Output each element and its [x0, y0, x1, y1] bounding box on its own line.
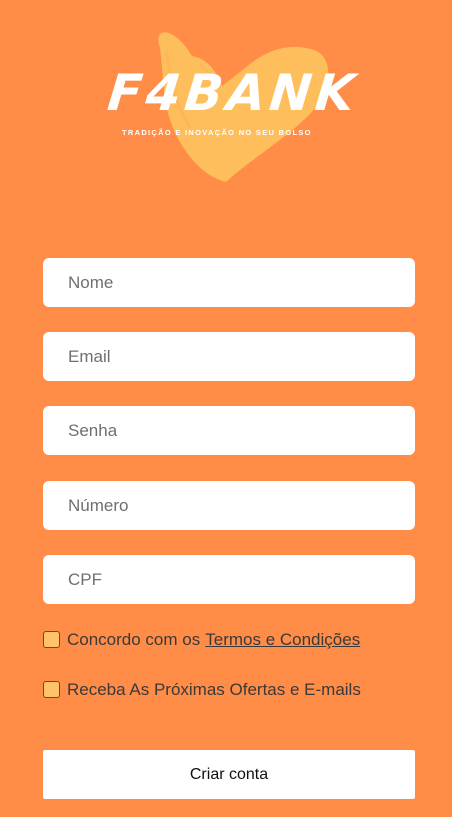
offers-checkbox[interactable]: [43, 680, 60, 698]
password-input[interactable]: [43, 406, 415, 455]
name-input[interactable]: [43, 258, 415, 307]
offers-row: Receba As Próximas Ofertas e E-mails: [43, 680, 361, 700]
brand-tagline: TRADIÇÃO E INOVAÇÃO NO SEU BOLSO: [122, 128, 312, 137]
terms-label: Concordo com os: [67, 630, 201, 649]
brand-logo: F4BANK TRADIÇÃO E INOVAÇÃO NO SEU BOLSO: [100, 20, 361, 190]
phone-input[interactable]: [43, 481, 415, 530]
cpf-input[interactable]: [43, 555, 415, 604]
terms-row: Concordo com os Termos e Condições: [43, 630, 360, 650]
create-account-button[interactable]: Criar conta: [43, 750, 415, 799]
offers-label: Receba As Próximas Ofertas e E-mails: [67, 680, 361, 699]
terms-link[interactable]: Termos e Condições: [205, 630, 360, 650]
email-input[interactable]: [43, 332, 415, 381]
terms-checkbox[interactable]: [43, 630, 60, 648]
brand-name: F4BANK: [104, 64, 362, 122]
